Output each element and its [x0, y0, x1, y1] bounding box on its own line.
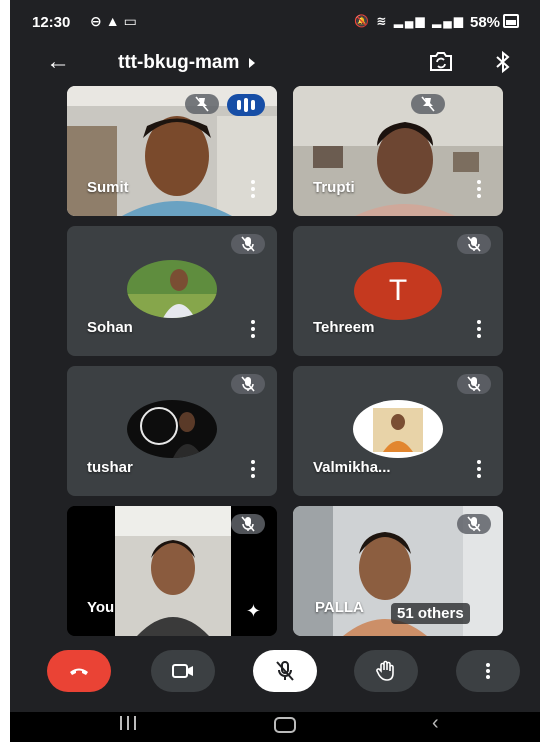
avatar: [127, 400, 217, 458]
others-tile[interactable]: PALLA 51 others: [293, 506, 503, 636]
bluetooth-icon[interactable]: [494, 50, 512, 79]
mic-muted-badge: [231, 234, 265, 254]
more-options-icon[interactable]: [251, 320, 255, 338]
raise-hand-icon: [376, 660, 394, 681]
back-arrow-icon[interactable]: ←: [46, 48, 70, 76]
battery-indicator: 58%: [470, 13, 520, 31]
mic-off-icon: [241, 236, 255, 252]
others-count: 51 others: [391, 603, 470, 624]
effects-sparkle-icon[interactable]: ✦: [246, 601, 261, 622]
participant-name: Valmikha...: [313, 459, 391, 476]
do-not-disturb-icon: ⊖: [90, 13, 106, 29]
mic-toggle-button[interactable]: [253, 650, 317, 692]
switch-camera-icon[interactable]: [427, 50, 455, 79]
alert-triangle-icon: ▲: [105, 13, 124, 29]
more-options-icon[interactable]: [477, 460, 481, 478]
mic-off-icon: [467, 236, 481, 252]
mic-off-icon: [241, 376, 255, 392]
meeting-header: ← ttt-bkug-mam: [10, 44, 540, 84]
pin-off-icon: [421, 96, 435, 112]
status-time: 12:30: [32, 14, 71, 31]
cast-icon: ▭: [123, 13, 141, 29]
call-controls: [10, 650, 540, 704]
more-options-icon[interactable]: [251, 180, 255, 198]
chevron-right-icon: [249, 57, 256, 68]
participant-video: [293, 86, 503, 216]
avatar: T: [354, 262, 442, 320]
participant-name: Tehreem: [313, 319, 375, 336]
battery-percent: 58%: [470, 14, 501, 31]
meeting-title[interactable]: ttt-bkug-mam: [118, 52, 256, 74]
pin-badge[interactable]: [411, 94, 445, 114]
participant-name: Trupti: [313, 179, 355, 196]
system-nav-bar: ‹: [10, 712, 540, 742]
back-icon[interactable]: ‹: [432, 712, 439, 735]
participant-name: tushar: [87, 459, 133, 476]
status-right-icons: 🔕 ≋ ▂▄▆ ▂▄▆: [354, 14, 465, 28]
participant-tile[interactable]: T Tehreem: [293, 226, 503, 356]
pin-off-icon: [195, 96, 209, 112]
more-options-button[interactable]: [456, 650, 520, 692]
participant-name: Sohan: [87, 319, 133, 336]
volte-lte1-icon: ▂▄▆: [393, 14, 427, 28]
more-options-icon[interactable]: [477, 320, 481, 338]
recents-icon[interactable]: [120, 716, 138, 732]
status-left-icons: ⊖▲▭: [90, 13, 141, 30]
meeting-code: ttt-bkug-mam: [118, 52, 240, 73]
mic-off-icon: [241, 516, 255, 532]
participant-tile[interactable]: Sumit: [67, 86, 277, 216]
meet-screen: 12:30 ⊖▲▭ 🔕 ≋ ▂▄▆ ▂▄▆ 58% ← ttt-bkug-mam: [10, 0, 540, 742]
participant-name: PALLA: [315, 599, 364, 616]
participant-tile[interactable]: tushar: [67, 366, 277, 496]
self-view-tile[interactable]: You ✦: [67, 506, 277, 636]
volte-lte2-icon: ▂▄▆: [432, 14, 465, 28]
camera-toggle-button[interactable]: [151, 650, 215, 692]
end-call-button[interactable]: [47, 650, 111, 692]
participant-tile[interactable]: Sohan: [67, 226, 277, 356]
mic-muted-badge: [231, 374, 265, 394]
participant-tile[interactable]: Trupti: [293, 86, 503, 216]
mic-off-icon: [276, 661, 294, 681]
participant-name: Sumit: [87, 179, 129, 196]
status-bar: 12:30 ⊖▲▭ 🔕 ≋ ▂▄▆ ▂▄▆ 58%: [10, 0, 540, 44]
participant-name: You: [87, 599, 115, 616]
wifi-icon: ≋: [376, 14, 389, 28]
camera-icon: [172, 664, 193, 678]
pin-badge[interactable]: [185, 94, 219, 114]
mute-icon: 🔕: [354, 14, 371, 28]
avatar: [127, 260, 217, 318]
more-options-icon[interactable]: [477, 180, 481, 198]
speaking-indicator: [227, 94, 265, 116]
more-options-icon[interactable]: [251, 460, 255, 478]
more-options-icon: [486, 663, 490, 679]
avatar: [353, 400, 443, 458]
battery-icon: [503, 14, 520, 28]
mic-off-icon: [467, 376, 481, 392]
home-icon[interactable]: [274, 717, 296, 733]
participant-tile[interactable]: Valmikha...: [293, 366, 503, 496]
mic-muted-badge: [231, 514, 265, 534]
mic-muted-badge: [457, 514, 491, 534]
mic-muted-badge: [457, 234, 491, 254]
end-call-icon: [70, 668, 88, 675]
mic-muted-badge: [457, 374, 491, 394]
raise-hand-button[interactable]: [354, 650, 418, 692]
mic-off-icon: [467, 516, 481, 532]
